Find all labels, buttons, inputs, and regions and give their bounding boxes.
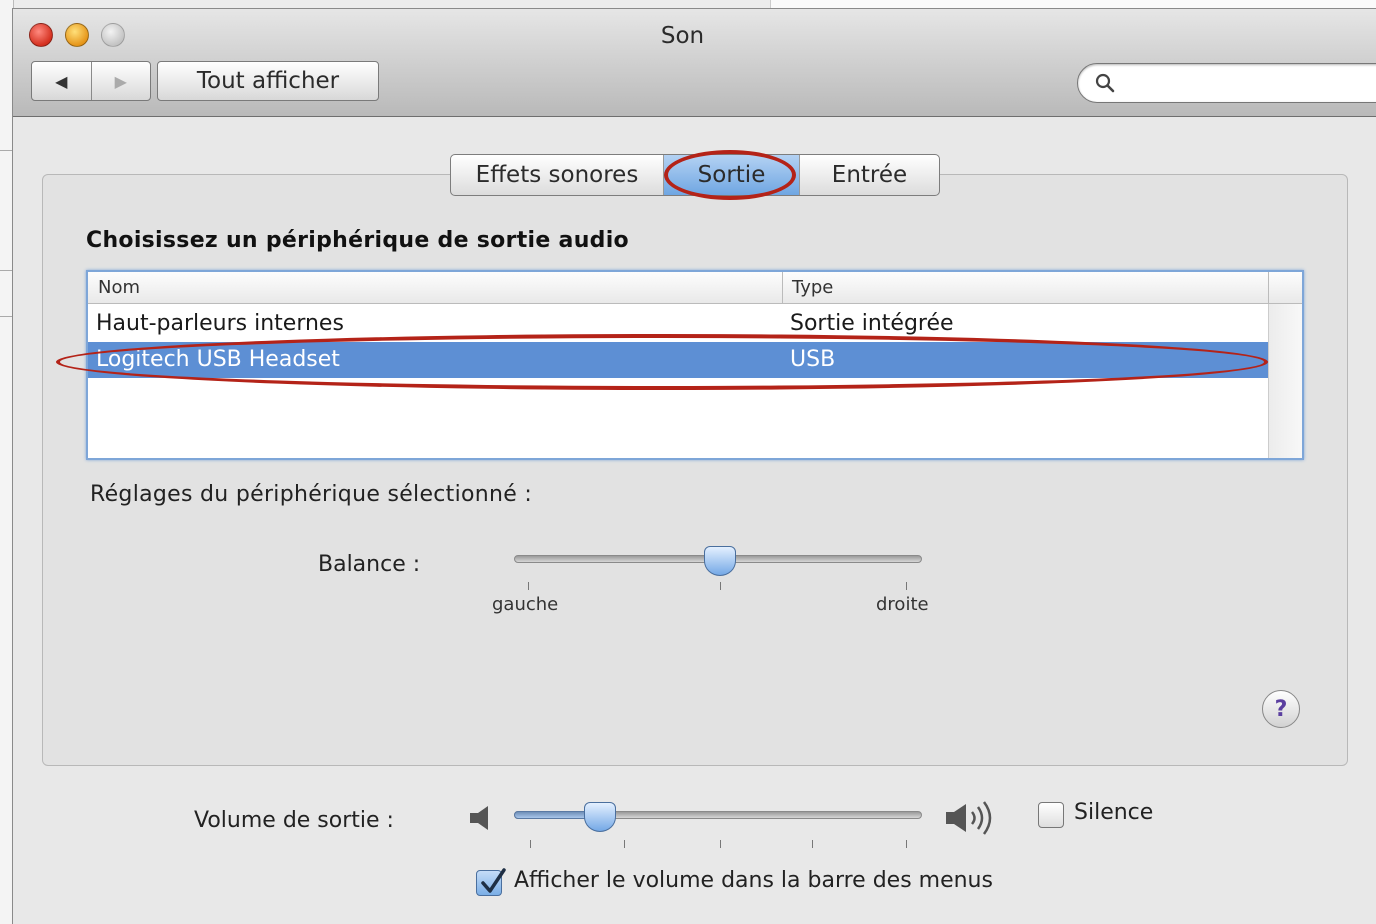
volume-tick (906, 840, 907, 848)
balance-tick (906, 582, 907, 590)
mute-label: Silence (1074, 800, 1154, 825)
device-name: Haut-parleurs internes (96, 311, 344, 336)
column-header-type[interactable]: Type (792, 277, 833, 298)
balance-tick (528, 582, 529, 590)
volume-tick (720, 840, 721, 848)
speaker-low-icon (470, 806, 488, 830)
device-type: Sortie intégrée (790, 311, 954, 336)
show-all-button[interactable]: Tout afficher (157, 61, 379, 101)
speaker-high-icon (946, 801, 992, 835)
show-volume-in-menubar-label: Afficher le volume dans la barre des men… (514, 868, 993, 893)
device-settings-heading: Réglages du périphérique sélectionné : (90, 482, 533, 507)
annotation-circle-tab (664, 150, 796, 200)
tab-panel (42, 174, 1348, 766)
table-header-corner (1268, 272, 1302, 304)
balance-label: Balance : (318, 552, 421, 577)
balance-slider-knob[interactable] (704, 546, 736, 576)
tab-entree[interactable]: Entrée (799, 155, 939, 195)
volume-tick (624, 840, 625, 848)
output-volume-label: Volume de sortie : (194, 808, 394, 833)
window-title: Son (660, 23, 705, 49)
annotation-circle-row (56, 334, 1268, 390)
help-button[interactable]: ? (1262, 690, 1300, 728)
balance-right-label: droite (876, 594, 929, 615)
column-header-name[interactable]: Nom (98, 277, 140, 298)
title-bar: Son ◀ ▶ Tout afficher (13, 9, 1376, 117)
back-button[interactable]: ◀ (32, 62, 91, 100)
tab-effets-sonores[interactable]: Effets sonores (451, 155, 663, 195)
output-device-heading: Choisissez un périphérique de sortie aud… (86, 228, 629, 253)
mute-checkbox[interactable] (1038, 802, 1064, 828)
balance-left-label: gauche (492, 594, 559, 615)
balance-tick (720, 582, 721, 590)
forward-button[interactable]: ▶ (90, 62, 151, 100)
table-scrollbar[interactable] (1268, 304, 1302, 458)
search-icon (1095, 73, 1115, 93)
volume-tick (812, 840, 813, 848)
volume-slider-knob[interactable] (584, 802, 616, 832)
history-nav: ◀ ▶ (31, 61, 151, 101)
search-field[interactable] (1077, 63, 1376, 103)
checkmark-icon (481, 868, 506, 893)
table-header: Nom Type (88, 272, 1268, 304)
show-volume-in-menubar-checkbox[interactable] (476, 868, 506, 896)
volume-tick (530, 840, 531, 848)
